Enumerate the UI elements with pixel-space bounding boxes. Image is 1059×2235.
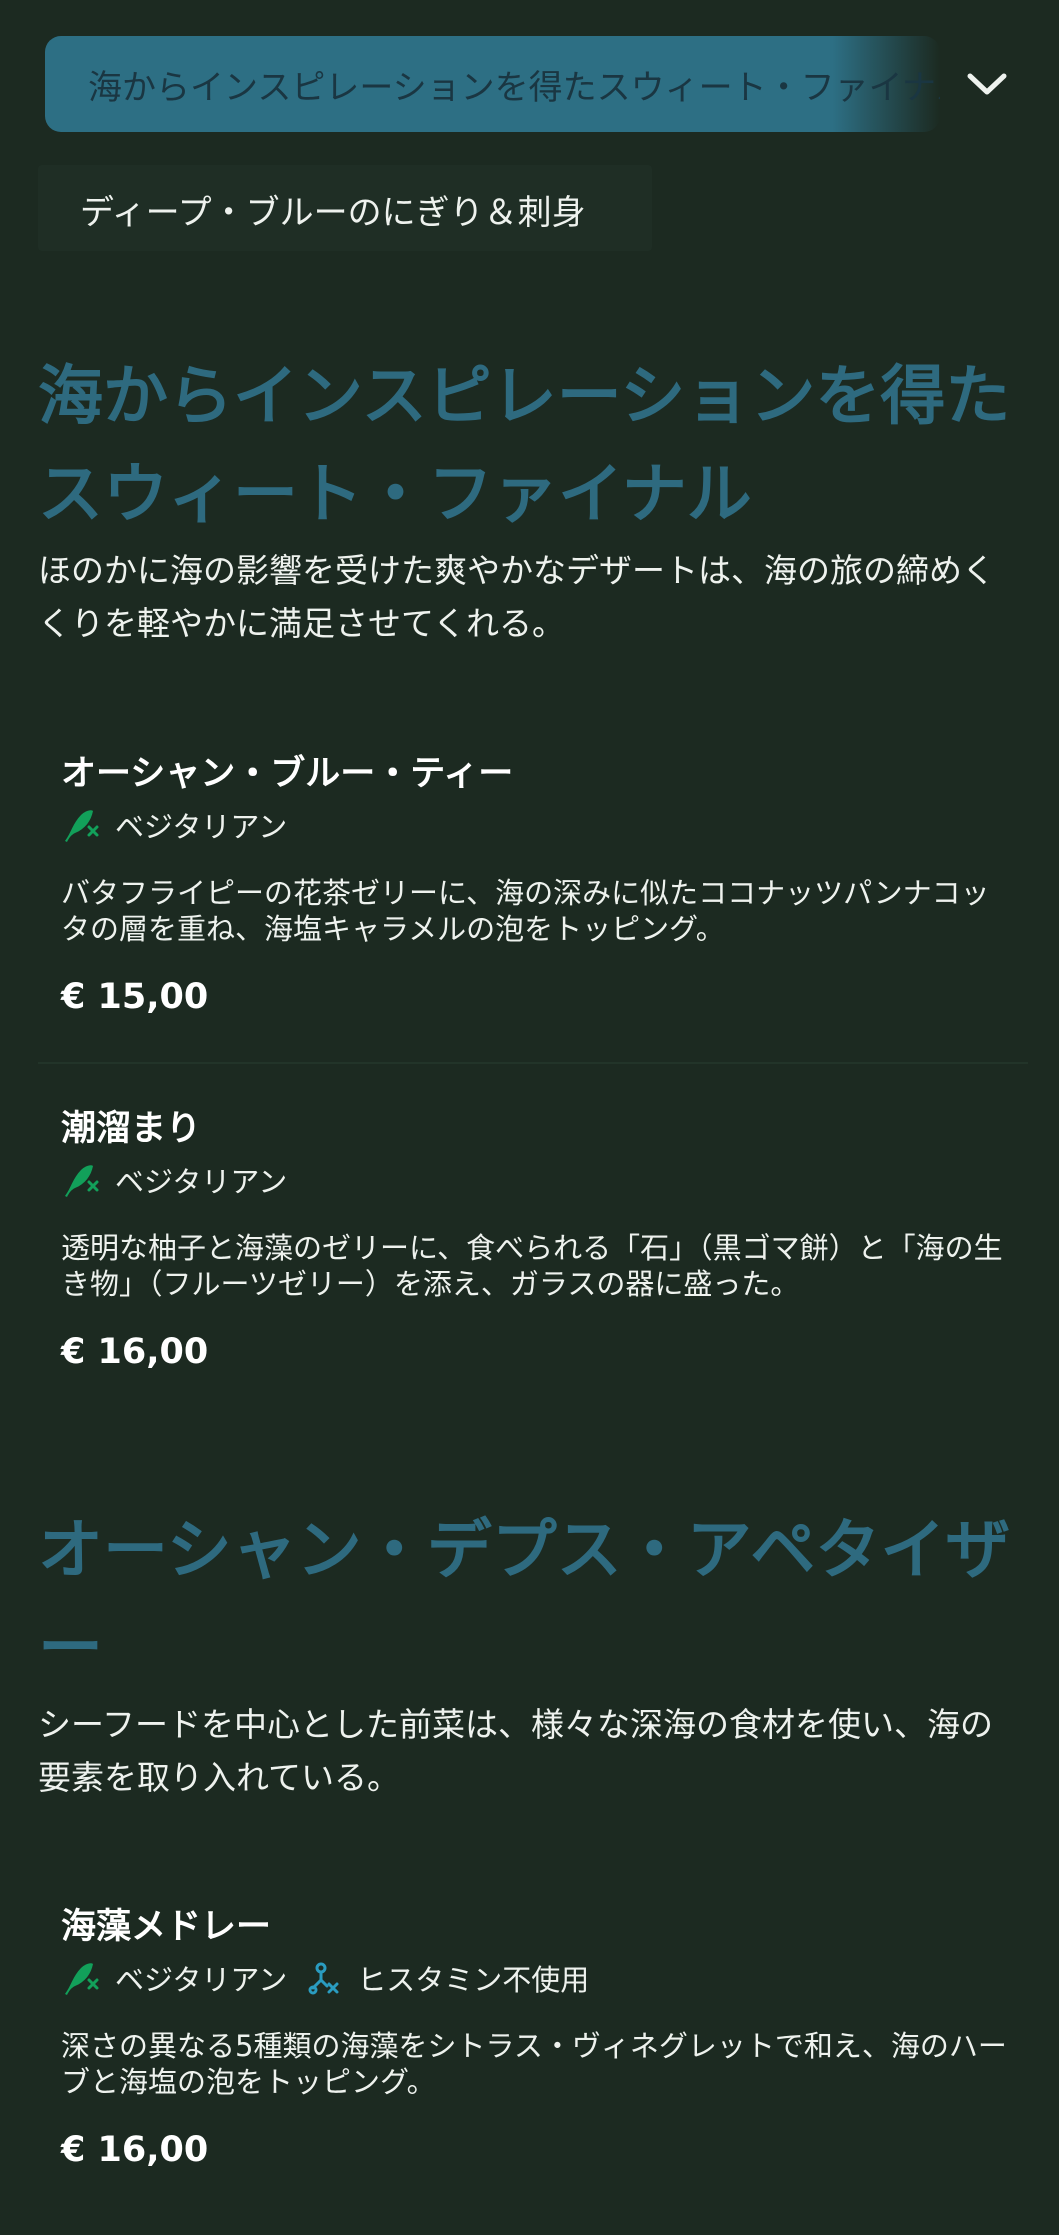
menu-item-description: 透明な柚子と海藻のゼリーに、食べられる「石」（黒ゴマ餅）と「海の生き物」（フルー…: [61, 1231, 1003, 1301]
menu-item-name: 海藻メドレー: [61, 1907, 272, 1947]
section-title: 海からインスピレーションを得たスウィート・ファイナル: [38, 359, 1011, 532]
menu-section-desserts: 海からインスピレーションを得たスウィート・ファイナル ほのかに海の影響を受けた爽…: [38, 348, 1018, 650]
dietary-tag: ベジタリアン: [61, 1159, 287, 1201]
menu-item-description: バタフライピーの花茶ゼリーに、海の深みに似たココナッツパンナコッタの層を重ね、海…: [61, 876, 990, 946]
menu-item-tags: ベジタリアン: [61, 805, 303, 845]
menu-item-tags: ベジタリアン ヒスタミン不使用: [61, 1958, 605, 1998]
menu-item-name: オーシャン・ブルー・ティー: [61, 754, 514, 794]
category-bar: 海からインスピレーションを得たスウィート・ファイナル: [45, 36, 1015, 132]
menu-item-price: € 16,00: [61, 1332, 209, 1372]
dietary-tag: ベジタリアン: [61, 804, 287, 846]
tag-label: ベジタリアン: [115, 810, 288, 844]
tag-label: ベジタリアン: [115, 1165, 288, 1199]
tag-label: ベジタリアン: [115, 1963, 288, 1997]
menu-item-description: 深さの異なる5種類の海藻をシトラス・ヴィネグレットで和え、海のハーブと海塩の泡を…: [61, 2029, 1007, 2099]
menu-item-tags: ベジタリアン: [61, 1160, 303, 1200]
chevron-down-icon[interactable]: [965, 64, 1009, 104]
section-description: ほのかに海の影響を受けた爽やかなデザートは、海の旅の締めくくりを軽やかに満足させ…: [38, 551, 995, 643]
section-title: オーシャン・デプス・アペタイザー: [38, 1513, 1011, 1686]
section-description: シーフードを中心とした前菜は、様々な深海の食材を使い、海の要素を取り入れている。: [38, 1705, 994, 1797]
subcategory-tab[interactable]: ディープ・ブルーのにぎり＆刺身: [38, 165, 652, 251]
dietary-tag: ベジタリアン: [61, 1957, 287, 1999]
category-select-value: 海からインスピレーションを得たスウィート・ファイナル: [88, 68, 940, 108]
dietary-tag: ヒスタミン不使用: [303, 1957, 589, 1999]
vegetarian-leaf-icon: [65, 1165, 99, 1197]
menu-item-price: € 16,00: [61, 2130, 209, 2170]
subcategory-tab-label: ディープ・ブルーのにぎり＆刺身: [80, 193, 586, 233]
menu-item-name: 潮溜まり: [61, 1109, 202, 1149]
tag-label: ヒスタミン不使用: [357, 1963, 590, 1997]
vegetarian-leaf-icon: [65, 1963, 99, 1995]
divider: [38, 1062, 1028, 1064]
menu-item-price: € 15,00: [61, 977, 209, 1017]
vegetarian-leaf-icon: [65, 810, 99, 842]
histamine-free-icon: [308, 1962, 339, 1995]
category-select[interactable]: 海からインスピレーションを得たスウィート・ファイナル: [45, 36, 940, 132]
menu-section-appetizers: オーシャン・デプス・アペタイザー シーフードを中心とした前菜は、様々な深海の食材…: [38, 1502, 1018, 1804]
